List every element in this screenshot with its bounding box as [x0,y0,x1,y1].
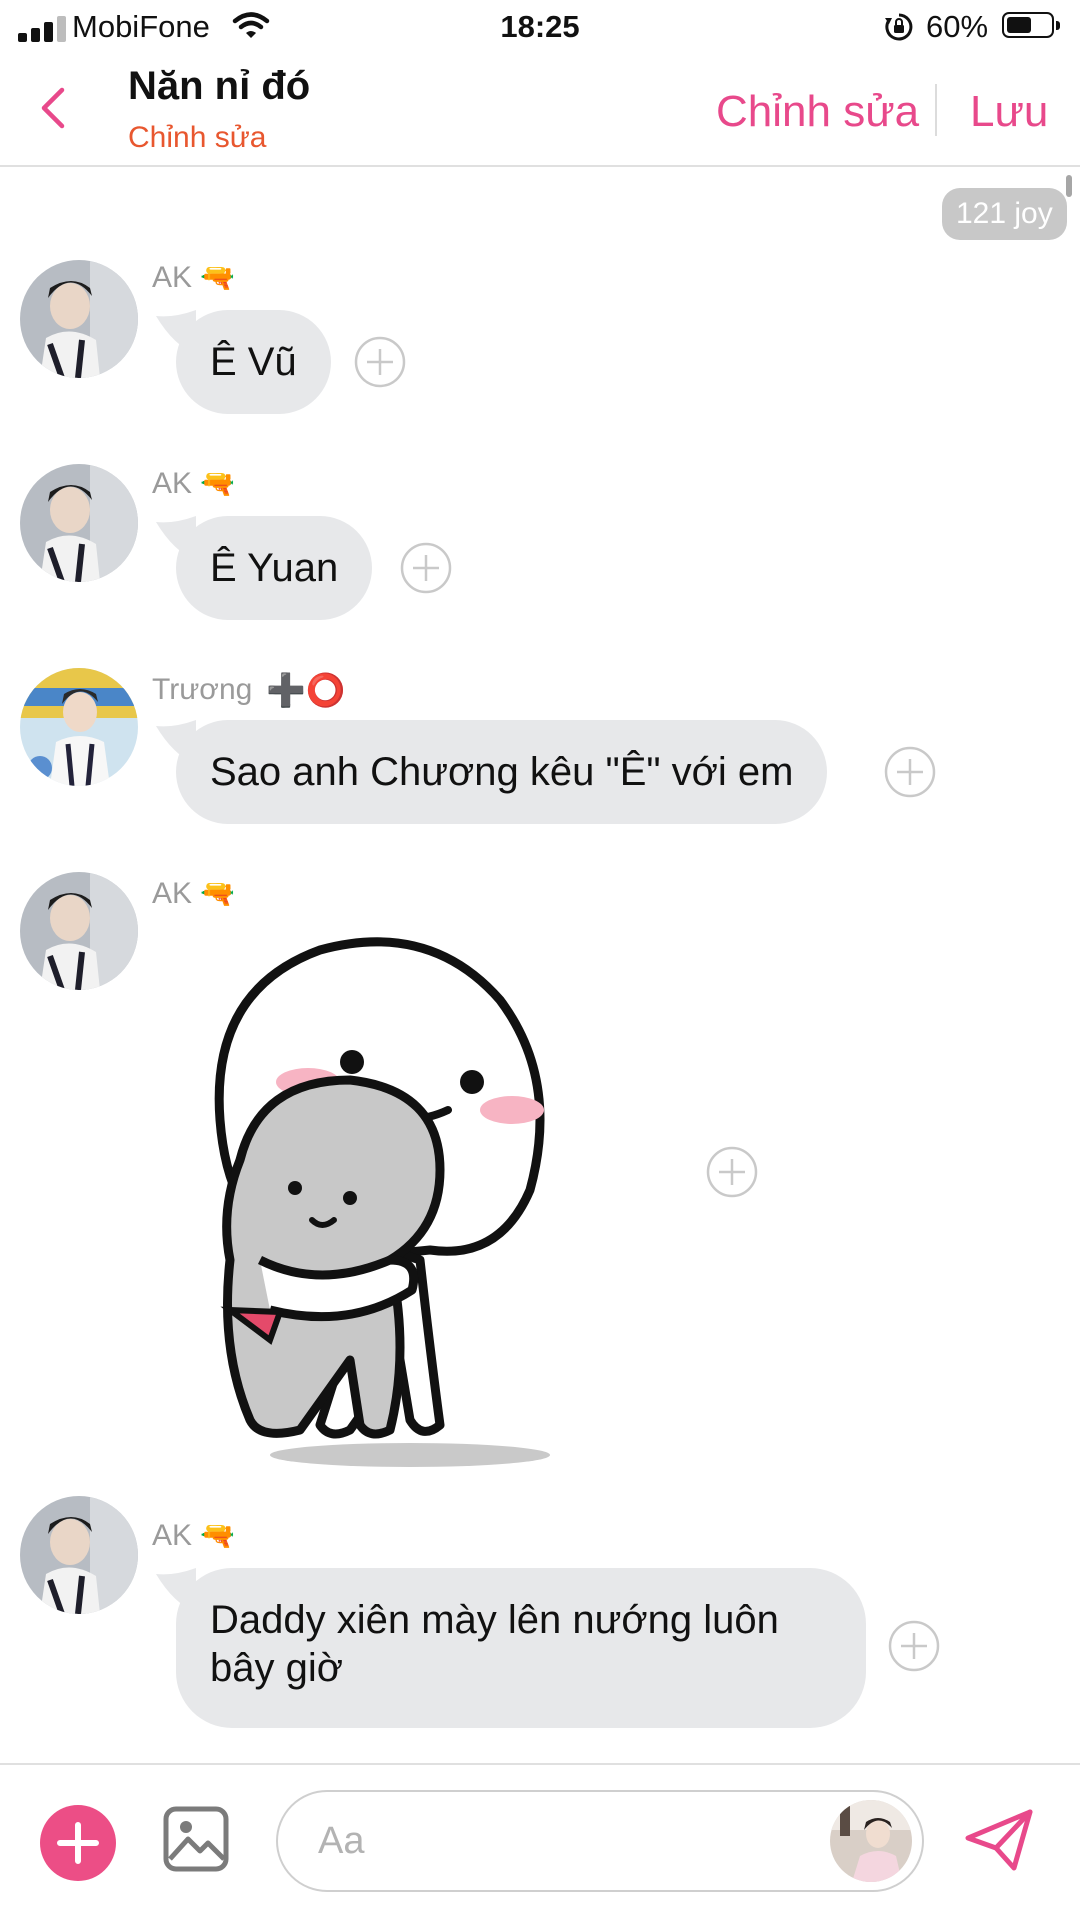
rotation-lock-icon [885,13,913,41]
save-button[interactable]: Lưu [970,86,1048,138]
message-bubble[interactable]: Ê Vũ [156,310,331,414]
avatar[interactable] [20,872,138,990]
message-text: Ê Vũ [210,340,297,384]
avatar[interactable] [20,260,138,378]
battery-level [1007,17,1031,33]
sender-name: AK [152,467,193,500]
image-icon [163,1806,229,1872]
add-reaction-icon [706,1146,758,1198]
message-bubble[interactable]: Sao anh Chương kêu "Ê" với em [156,720,828,824]
avatar[interactable] [20,464,138,582]
page-title: Năn nỉ đó [128,64,311,108]
bubble-tail [156,516,196,560]
message-text: Sao anh Chương kêu "Ê" với em [210,750,794,794]
add-reaction-icon [888,1620,940,1672]
sender-badge: 🔫 [200,262,235,293]
message-text: Daddy xiên mày lên nướng luôn bây giờ [210,1598,779,1690]
sender-name: AK [152,877,193,910]
joy-badge: 121 joy [942,188,1067,240]
my-avatar[interactable] [830,1800,912,1882]
sender-badge: ➕⭕ [266,672,346,708]
sender-name: AK [152,1519,193,1552]
header-separator [0,165,1080,167]
add-reaction-button[interactable] [706,1146,758,1198]
avatar[interactable] [20,1496,138,1614]
sender-badge: 🔫 [200,1520,235,1551]
signal-icon [18,16,70,42]
add-reaction-button[interactable] [400,542,452,594]
battery-percent: 60% [926,9,989,44]
add-reaction-button[interactable] [888,1620,940,1672]
add-reaction-icon [354,336,406,388]
message-input[interactable] [316,1814,820,1868]
plus-icon [57,1822,99,1864]
send-button[interactable] [962,1808,1036,1877]
add-reaction-button[interactable] [354,336,406,388]
chevron-left-icon [41,87,65,129]
add-button[interactable] [40,1805,116,1881]
bubble-tail [156,1568,196,1612]
add-reaction-icon [884,746,936,798]
send-icon [965,1809,1033,1871]
edit-button[interactable]: Chỉnh sửa [716,86,919,138]
bubble-tail [156,720,196,764]
battery-icon [1002,12,1060,38]
bubble-tail [156,310,196,354]
message-text: Ê Yuan [210,546,339,590]
add-reaction-button[interactable] [884,746,936,798]
hug-sticker[interactable] [200,930,660,1470]
composer-separator [0,1763,1080,1765]
back-button[interactable] [38,86,68,135]
header-divider [935,84,937,136]
message-bubble[interactable]: Ê Yuan [156,516,373,620]
avatar[interactable] [20,668,138,786]
message-bubble[interactable]: Daddy xiên mày lên nướng luôn bây giờ [156,1568,866,1728]
page-subtitle: Chỉnh sửa [128,121,267,154]
scrollbar[interactable] [1066,175,1072,197]
image-button[interactable] [162,1805,230,1878]
sender-name: AK [152,261,193,294]
wifi-icon [232,12,270,38]
clock: 18:25 [500,9,580,44]
sender-name: Trương [152,673,253,706]
sender-badge: 🔫 [200,878,235,909]
sender-badge: 🔫 [200,468,235,499]
carrier-name: MobiFone [72,9,210,44]
message-input-container[interactable] [276,1790,924,1892]
status-bar: MobiFone 18:25 60% [0,0,1080,56]
add-reaction-icon [400,542,452,594]
